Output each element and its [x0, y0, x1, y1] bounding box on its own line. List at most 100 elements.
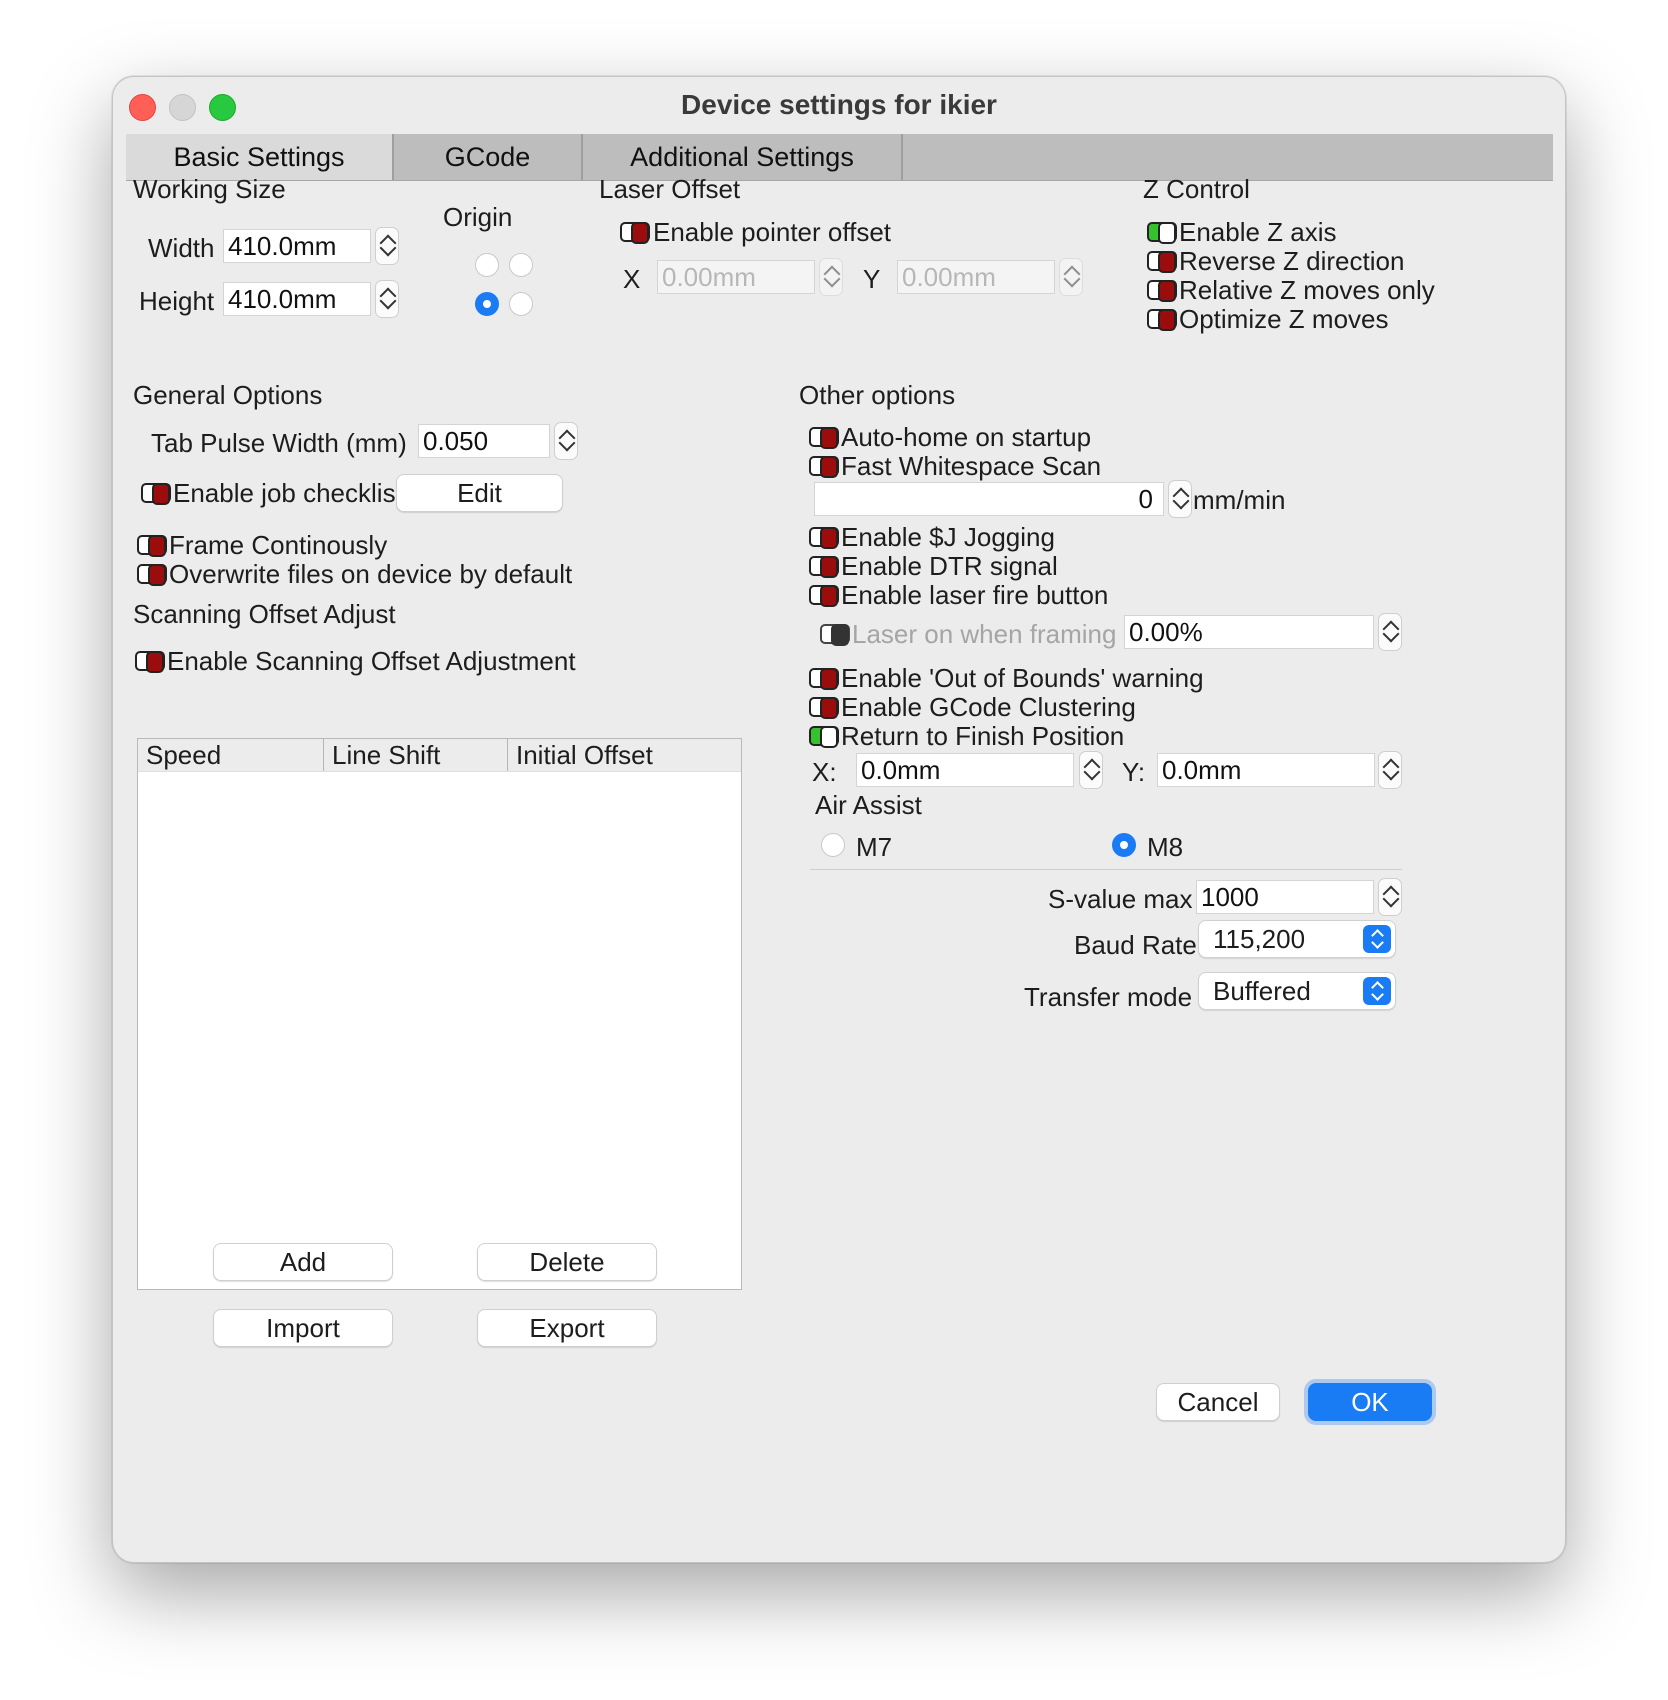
fast-whitespace-speed-field[interactable]: 0 — [814, 482, 1164, 516]
frame-continuously-label: Frame Continously — [169, 530, 388, 560]
auto-home-toggle[interactable] — [809, 427, 839, 449]
width-stepper[interactable] — [375, 227, 399, 265]
laser-on-framing-toggle[interactable] — [820, 624, 850, 646]
air-assist-label: Air Assist — [815, 790, 922, 820]
reverse-z-toggle[interactable] — [1147, 251, 1177, 273]
offset-y-stepper[interactable] — [1059, 258, 1083, 296]
fast-whitespace-toggle[interactable] — [809, 456, 839, 478]
overwrite-files-label: Overwrite files on device by default — [169, 559, 573, 589]
pointer-offset-toggle[interactable] — [620, 222, 650, 244]
air-assist-m7-label: M7 — [856, 832, 893, 862]
ok-button[interactable]: OK — [1308, 1383, 1432, 1421]
export-button[interactable]: Export — [477, 1309, 657, 1347]
gcode-clustering-toggle[interactable] — [809, 697, 839, 719]
other-options-heading: Other options — [799, 380, 956, 410]
enable-z-axis-label: Enable Z axis — [1179, 217, 1337, 247]
origin-bottom-right-radio[interactable] — [509, 292, 533, 316]
scanning-offset-heading: Scanning Offset Adjust — [133, 599, 396, 629]
air-assist-divider — [810, 869, 1402, 870]
return-finish-toggle[interactable] — [809, 726, 839, 748]
add-button[interactable]: Add — [213, 1243, 393, 1281]
cancel-button[interactable]: Cancel — [1156, 1383, 1280, 1421]
width-field[interactable]: 410.0mm — [223, 229, 371, 263]
origin-top-right-radio[interactable] — [509, 253, 533, 277]
finish-x-label: X: — [812, 757, 837, 787]
laser-offset-heading: Laser Offset — [599, 174, 741, 204]
fast-whitespace-stepper[interactable] — [1168, 480, 1192, 518]
auto-home-label: Auto-home on startup — [841, 422, 1092, 452]
tab-pulse-width-label: Tab Pulse Width (mm) — [151, 428, 407, 458]
offset-x-label: X — [623, 264, 641, 294]
dtr-signal-toggle[interactable] — [809, 556, 839, 578]
relative-z-label: Relative Z moves only — [1179, 275, 1435, 305]
device-settings-window: Device settings for ikier Basic Settings… — [112, 76, 1566, 1563]
finish-x-field[interactable]: 0.0mm — [856, 753, 1074, 787]
baud-rate-select[interactable]: 115,200 — [1198, 920, 1396, 958]
origin-label: Origin — [443, 202, 513, 232]
table-header: Speed Line Shift Initial Offset — [138, 739, 741, 772]
laser-fire-button-label: Enable laser fire button — [841, 580, 1109, 610]
finish-x-stepper[interactable] — [1079, 751, 1103, 789]
finish-y-field[interactable]: 0.0mm — [1157, 753, 1375, 787]
height-label: Height — [139, 286, 215, 316]
height-stepper[interactable] — [375, 280, 399, 318]
z-control-heading: Z Control — [1143, 174, 1250, 204]
window-title: Device settings for ikier — [681, 89, 997, 120]
laser-on-framing-stepper[interactable] — [1378, 613, 1402, 651]
tab-pulse-width-stepper[interactable] — [554, 422, 578, 460]
finish-y-stepper[interactable] — [1378, 751, 1402, 789]
transfer-mode-select[interactable]: Buffered — [1198, 972, 1396, 1010]
select-arrows-icon — [1363, 977, 1391, 1005]
width-label: Width — [148, 233, 215, 263]
frame-continuously-toggle[interactable] — [137, 535, 167, 557]
offset-y-label: Y — [863, 264, 881, 294]
transfer-mode-label: Transfer mode — [1024, 982, 1193, 1012]
overwrite-files-toggle[interactable] — [137, 564, 167, 586]
offset-x-field[interactable]: 0.00mm — [657, 260, 815, 294]
relative-z-toggle[interactable] — [1147, 280, 1177, 302]
delete-button[interactable]: Delete — [477, 1243, 657, 1281]
height-field[interactable]: 410.0mm — [223, 282, 371, 316]
transfer-mode-value: Buffered — [1213, 976, 1311, 1006]
title-bar: Device settings for ikier — [113, 77, 1565, 133]
job-checklist-label: Enable job checklist — [173, 478, 403, 508]
baud-rate-label: Baud Rate — [1074, 930, 1197, 960]
general-options-heading: General Options — [133, 380, 323, 410]
edit-checklist-button[interactable]: Edit — [396, 474, 563, 512]
laser-fire-button-toggle[interactable] — [809, 585, 839, 607]
enable-z-axis-toggle[interactable] — [1147, 222, 1177, 244]
air-assist-m7-radio[interactable] — [821, 833, 845, 857]
origin-bottom-left-radio[interactable] — [475, 292, 499, 316]
offset-x-stepper[interactable] — [819, 258, 843, 296]
scanning-offset-table[interactable]: Speed Line Shift Initial Offset — [137, 738, 742, 1290]
optimize-z-label: Optimize Z moves — [1179, 304, 1389, 334]
tab-gcode[interactable]: GCode — [394, 134, 583, 180]
import-button[interactable]: Import — [213, 1309, 393, 1347]
optimize-z-toggle[interactable] — [1147, 309, 1177, 331]
out-of-bounds-label: Enable 'Out of Bounds' warning — [841, 663, 1204, 693]
scanning-offset-label: Enable Scanning Offset Adjustment — [167, 646, 576, 676]
select-arrows-icon — [1363, 925, 1391, 953]
s-value-max-field[interactable]: 1000 — [1196, 880, 1374, 914]
column-header-initial-offset[interactable]: Initial Offset — [507, 739, 741, 771]
offset-y-field[interactable]: 0.00mm — [897, 260, 1055, 294]
baud-rate-value: 115,200 — [1213, 924, 1306, 954]
job-checklist-toggle[interactable] — [141, 483, 171, 505]
pointer-offset-label: Enable pointer offset — [653, 217, 892, 247]
dtr-signal-label: Enable DTR signal — [841, 551, 1058, 581]
out-of-bounds-toggle[interactable] — [809, 668, 839, 690]
origin-top-left-radio[interactable] — [475, 253, 499, 277]
laser-on-framing-field[interactable]: 0.00% — [1124, 615, 1374, 649]
air-assist-m8-radio[interactable] — [1112, 833, 1136, 857]
tab-pulse-width-field[interactable]: 0.050 — [418, 424, 550, 458]
column-header-speed[interactable]: Speed — [138, 739, 323, 771]
scanning-offset-toggle[interactable] — [135, 651, 165, 673]
column-header-line-shift[interactable]: Line Shift — [323, 739, 507, 771]
reverse-z-label: Reverse Z direction — [1179, 246, 1405, 276]
sj-jogging-label: Enable $J Jogging — [841, 522, 1055, 552]
s-value-max-stepper[interactable] — [1378, 878, 1402, 916]
tab-bar: Basic Settings GCode Additional Settings — [126, 134, 1553, 181]
air-assist-m8-label: M8 — [1147, 832, 1184, 862]
sj-jogging-toggle[interactable] — [809, 527, 839, 549]
s-value-max-label: S-value max — [1048, 884, 1193, 914]
